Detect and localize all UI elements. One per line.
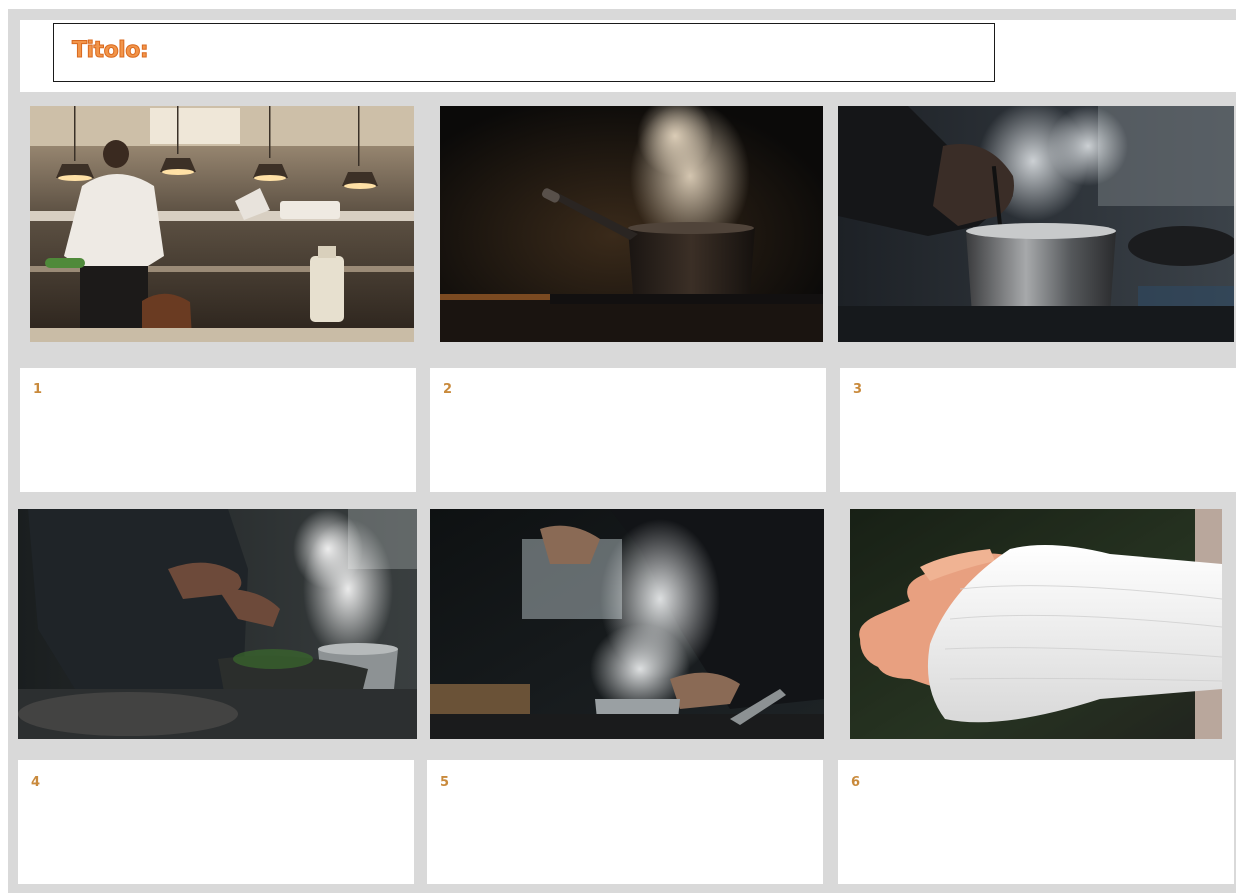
panel-number: 3 <box>853 382 863 397</box>
caption-panel-3[interactable]: 3 <box>840 368 1236 492</box>
stirring-steaming-pot-photo <box>838 106 1234 342</box>
chef-steaming-pot-photo <box>430 509 824 739</box>
caption-panel-4[interactable]: 4 <box>18 760 414 884</box>
caption-panel-1[interactable]: 1 <box>20 368 416 492</box>
title-label: Titolo: <box>71 38 149 64</box>
steaming-saucepan-photo <box>440 106 823 342</box>
panel-number: 1 <box>33 382 43 397</box>
panel-number: 5 <box>440 775 450 790</box>
caption-panel-5[interactable]: 5 <box>427 760 823 884</box>
chef-cooking-steam-photo <box>18 509 417 739</box>
panel-number: 4 <box>31 775 41 790</box>
restaurant-kitchen-chef-photo <box>30 106 414 342</box>
caption-panel-2[interactable]: 2 <box>430 368 826 492</box>
bandaged-arm-photo <box>850 509 1222 739</box>
title-field[interactable]: Titolo: <box>53 23 995 82</box>
caption-panel-6[interactable]: 6 <box>838 760 1234 884</box>
panel-number: 2 <box>443 382 453 397</box>
panel-number: 6 <box>851 775 861 790</box>
